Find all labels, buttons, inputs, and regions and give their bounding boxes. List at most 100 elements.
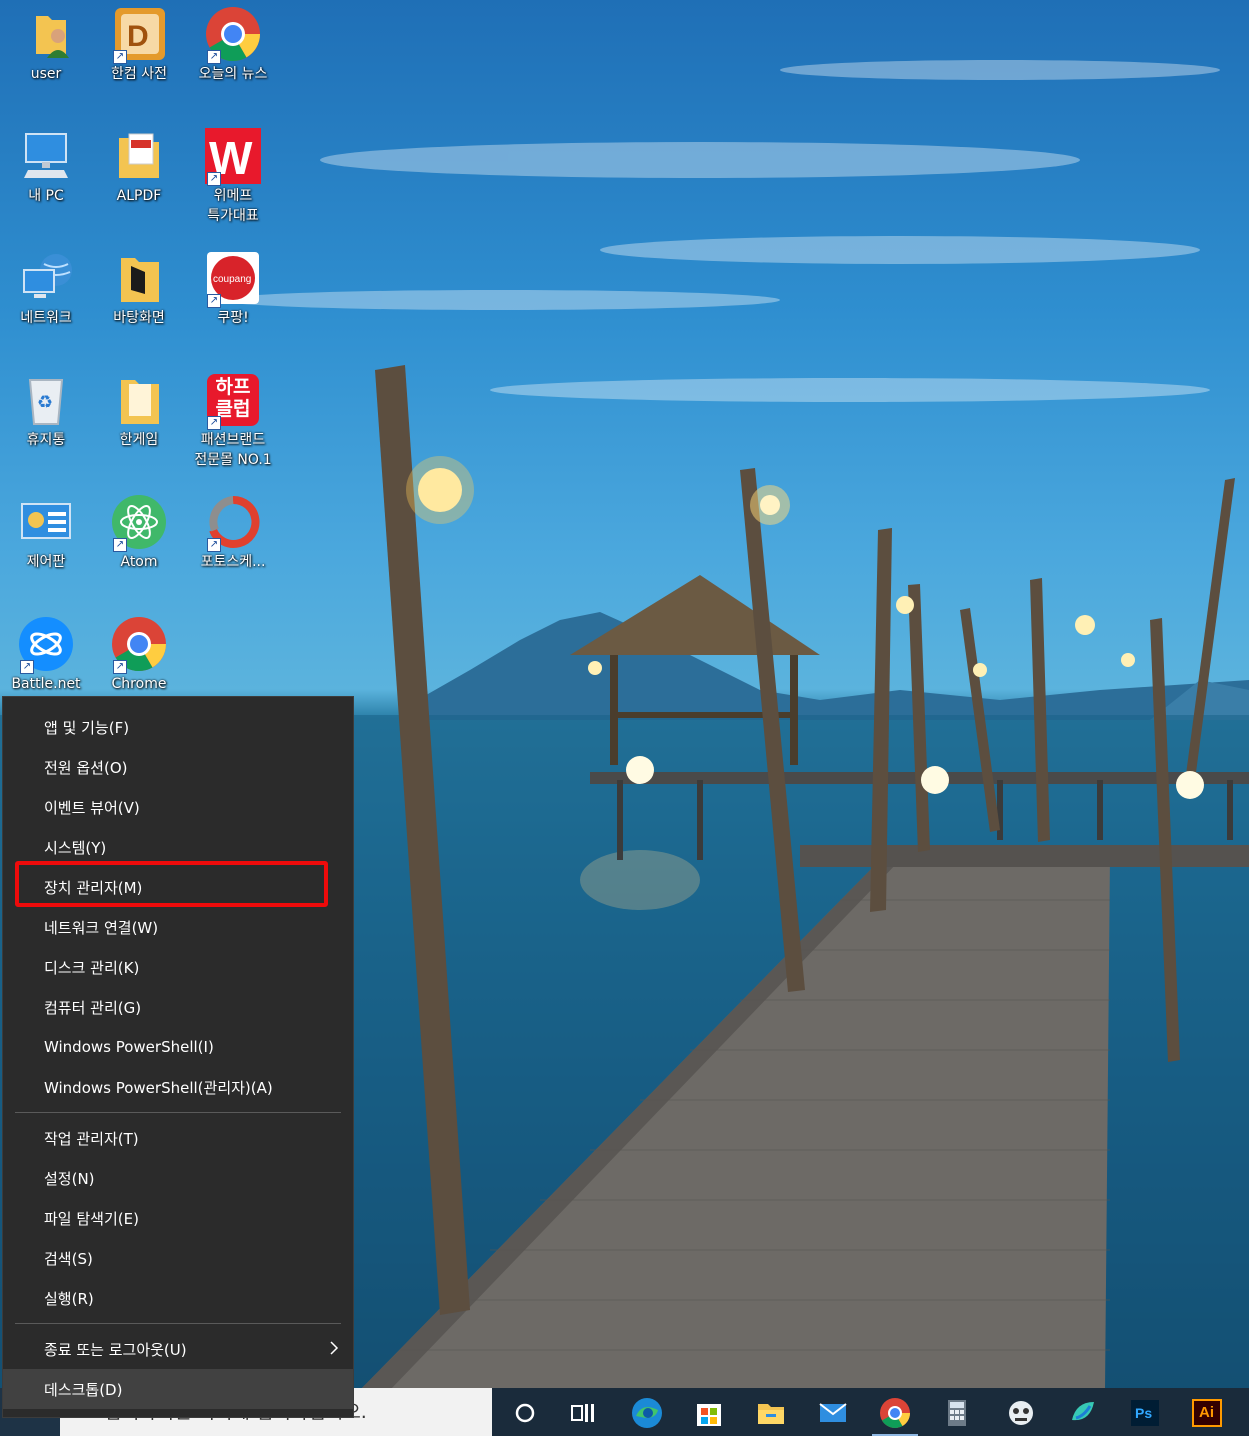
chevron-right-icon (330, 1341, 339, 1355)
control-panel-icon (18, 494, 74, 550)
desktop-icon-halfclub[interactable]: 하프 클럽 ↗ 패션브랜드 전문몰 NO.1 (187, 372, 279, 470)
desktop-icon-label: 휴지통 (26, 432, 66, 448)
menu-separator (15, 1323, 341, 1324)
desktop-icon-label: ALPDF (116, 188, 162, 204)
desktop-icon-wallpaper-folder[interactable]: 바탕화면 (93, 250, 185, 328)
photoshop-icon[interactable]: Ps (1128, 1396, 1162, 1430)
menu-item-settings[interactable]: 설정(N) (3, 1158, 353, 1198)
menu-item-label: 실행(R) (44, 1289, 94, 1308)
desktop-icon-label: Chrome (111, 676, 167, 692)
menu-item-desktop[interactable]: 데스크톱(D) (3, 1369, 353, 1409)
menu-item-label: 전원 옵션(O) (44, 758, 128, 777)
desktop-icon-alpdf[interactable]: ALPDF (93, 128, 185, 206)
chrome-icon: ↗ (111, 616, 167, 674)
desktop-icon-label: 한게임 (119, 432, 159, 448)
desktop-icon-label: 네트워크 (20, 310, 72, 326)
coupang-icon: coupang ↗ (205, 250, 261, 308)
desktop-icon-my-pc[interactable]: 내 PC (0, 128, 92, 206)
photoscape-icon: ↗ (205, 494, 261, 552)
menu-item-label: Windows PowerShell(관리자)(A) (44, 1078, 273, 1097)
desktop-icon-label: 쿠팡! (217, 310, 249, 326)
menu-item-label: 설정(N) (44, 1169, 95, 1188)
photoshop-label: Ps (1135, 1405, 1153, 1421)
desktop-icon-label: 위메프 특가대표 (207, 188, 259, 224)
store-icon[interactable] (692, 1396, 726, 1430)
shortcut-arrow-icon: ↗ (207, 172, 221, 186)
menu-item-disk-management[interactable]: 디스크 관리(K) (3, 947, 353, 987)
desktop-icon-hancom-dict[interactable]: D ↗ 한컴 사전 (93, 6, 185, 84)
menu-item-event-viewer[interactable]: 이벤트 뷰어(V) (3, 787, 353, 827)
menu-item-power-options[interactable]: 전원 옵션(O) (3, 747, 353, 787)
desktop-icon-coupang[interactable]: coupang ↗ 쿠팡! (187, 250, 279, 328)
desktop-icon-network[interactable]: 네트워크 (0, 250, 92, 328)
atom-icon: ↗ (111, 494, 167, 552)
shortcut-arrow-icon: ↗ (113, 50, 127, 64)
menu-item-network-connections[interactable]: 네트워크 연결(W) (3, 907, 353, 947)
menu-item-run[interactable]: 실행(R) (3, 1278, 353, 1318)
svg-text:♻: ♻ (37, 392, 53, 413)
desktop-icon-user[interactable]: user (0, 6, 92, 84)
messenger-icon[interactable] (1066, 1396, 1100, 1430)
shortcut-arrow-icon: ↗ (20, 660, 34, 674)
device-manager-highlight-box (15, 861, 328, 907)
menu-item-powershell-admin[interactable]: Windows PowerShell(관리자)(A) (3, 1067, 353, 1107)
desktop-icon-control-panel[interactable]: 제어판 (0, 494, 92, 572)
menu-item-computer-management[interactable]: 컴퓨터 관리(G) (3, 987, 353, 1027)
chrome-taskbar-icon[interactable] (878, 1396, 912, 1430)
desktop-icon-label: 오늘의 뉴스 (198, 66, 268, 82)
recycle-bin-icon: ♻ (18, 372, 74, 428)
desktop-icon-wemakeprice[interactable]: W ↗ 위메프 특가대표 (187, 128, 279, 226)
calculator-icon[interactable] (940, 1396, 974, 1430)
desktop-icon-label: user (30, 66, 62, 82)
winx-context-menu: 앱 및 기능(F) 전원 옵션(O) 이벤트 뷰어(V) 시스템(Y) 장치 관… (2, 696, 354, 1418)
illustrator-icon[interactable]: Ai (1190, 1396, 1224, 1430)
shortcut-arrow-icon: ↗ (113, 538, 127, 552)
hancom-dictionary-icon: D ↗ (111, 6, 167, 64)
halfclub-badge-text: 하프 클럽 (215, 376, 251, 420)
menu-item-label: 작업 관리자(T) (44, 1129, 139, 1148)
bot-icon[interactable] (1004, 1396, 1038, 1430)
menu-item-label: 검색(S) (44, 1249, 93, 1268)
menu-item-search[interactable]: 검색(S) (3, 1238, 353, 1278)
cortana-icon[interactable] (508, 1396, 542, 1430)
menu-item-label: 이벤트 뷰어(V) (44, 798, 140, 817)
network-icon (18, 250, 74, 306)
file-explorer-icon[interactable] (754, 1396, 788, 1430)
svg-text:coupang: coupang (213, 274, 251, 285)
menu-item-file-explorer[interactable]: 파일 탐색기(E) (3, 1198, 353, 1238)
computer-icon (18, 128, 74, 184)
menu-item-label: 파일 탐색기(E) (44, 1209, 139, 1228)
menu-item-task-manager[interactable]: 작업 관리자(T) (3, 1118, 353, 1158)
menu-top-padding (3, 697, 353, 707)
desktop-icon-label: Atom (120, 554, 158, 570)
desktop-icon-hangame[interactable]: 한게임 (93, 372, 185, 450)
menu-item-label: 네트워크 연결(W) (44, 918, 159, 937)
desktop-icon-recycle-bin[interactable]: ♻ 휴지통 (0, 372, 92, 450)
desktop-icon-today-news[interactable]: ↗ 오늘의 뉴스 (187, 6, 279, 84)
menu-item-label: 종료 또는 로그아웃(U) (44, 1340, 187, 1359)
svg-text:D: D (127, 20, 149, 53)
mail-icon[interactable] (816, 1396, 850, 1430)
menu-separator (15, 1112, 341, 1113)
shortcut-arrow-icon: ↗ (207, 416, 221, 430)
shortcut-arrow-icon: ↗ (207, 538, 221, 552)
battlenet-icon: ↗ (18, 616, 74, 674)
desktop-icon-label: 포토스케... (200, 554, 266, 570)
desktop-icon-label: 패션브랜드 전문몰 NO.1 (194, 432, 272, 468)
menu-item-powershell[interactable]: Windows PowerShell(I) (3, 1027, 353, 1067)
folder-icon (111, 250, 167, 306)
desktop-icon-photoscape[interactable]: ↗ 포토스케... (187, 494, 279, 572)
menu-item-label: Windows PowerShell(I) (44, 1038, 214, 1056)
shortcut-arrow-icon: ↗ (113, 660, 127, 674)
menu-item-apps-features[interactable]: 앱 및 기능(F) (3, 707, 353, 747)
desktop-icon-atom[interactable]: ↗ Atom (93, 494, 185, 572)
desktop-icon-chrome[interactable]: ↗ Chrome (93, 616, 185, 694)
user-folder-icon (18, 6, 74, 62)
desktop-icon-battlenet[interactable]: ↗ Battle.net (0, 616, 92, 694)
menu-item-label: 시스템(Y) (44, 838, 107, 857)
edge-icon[interactable] (630, 1396, 664, 1430)
task-view-icon[interactable] (566, 1396, 600, 1430)
menu-item-shutdown-signout[interactable]: 종료 또는 로그아웃(U) (3, 1329, 353, 1369)
menu-item-label: 앱 및 기능(F) (44, 718, 130, 737)
menu-item-label: 데스크톱(D) (44, 1380, 123, 1399)
